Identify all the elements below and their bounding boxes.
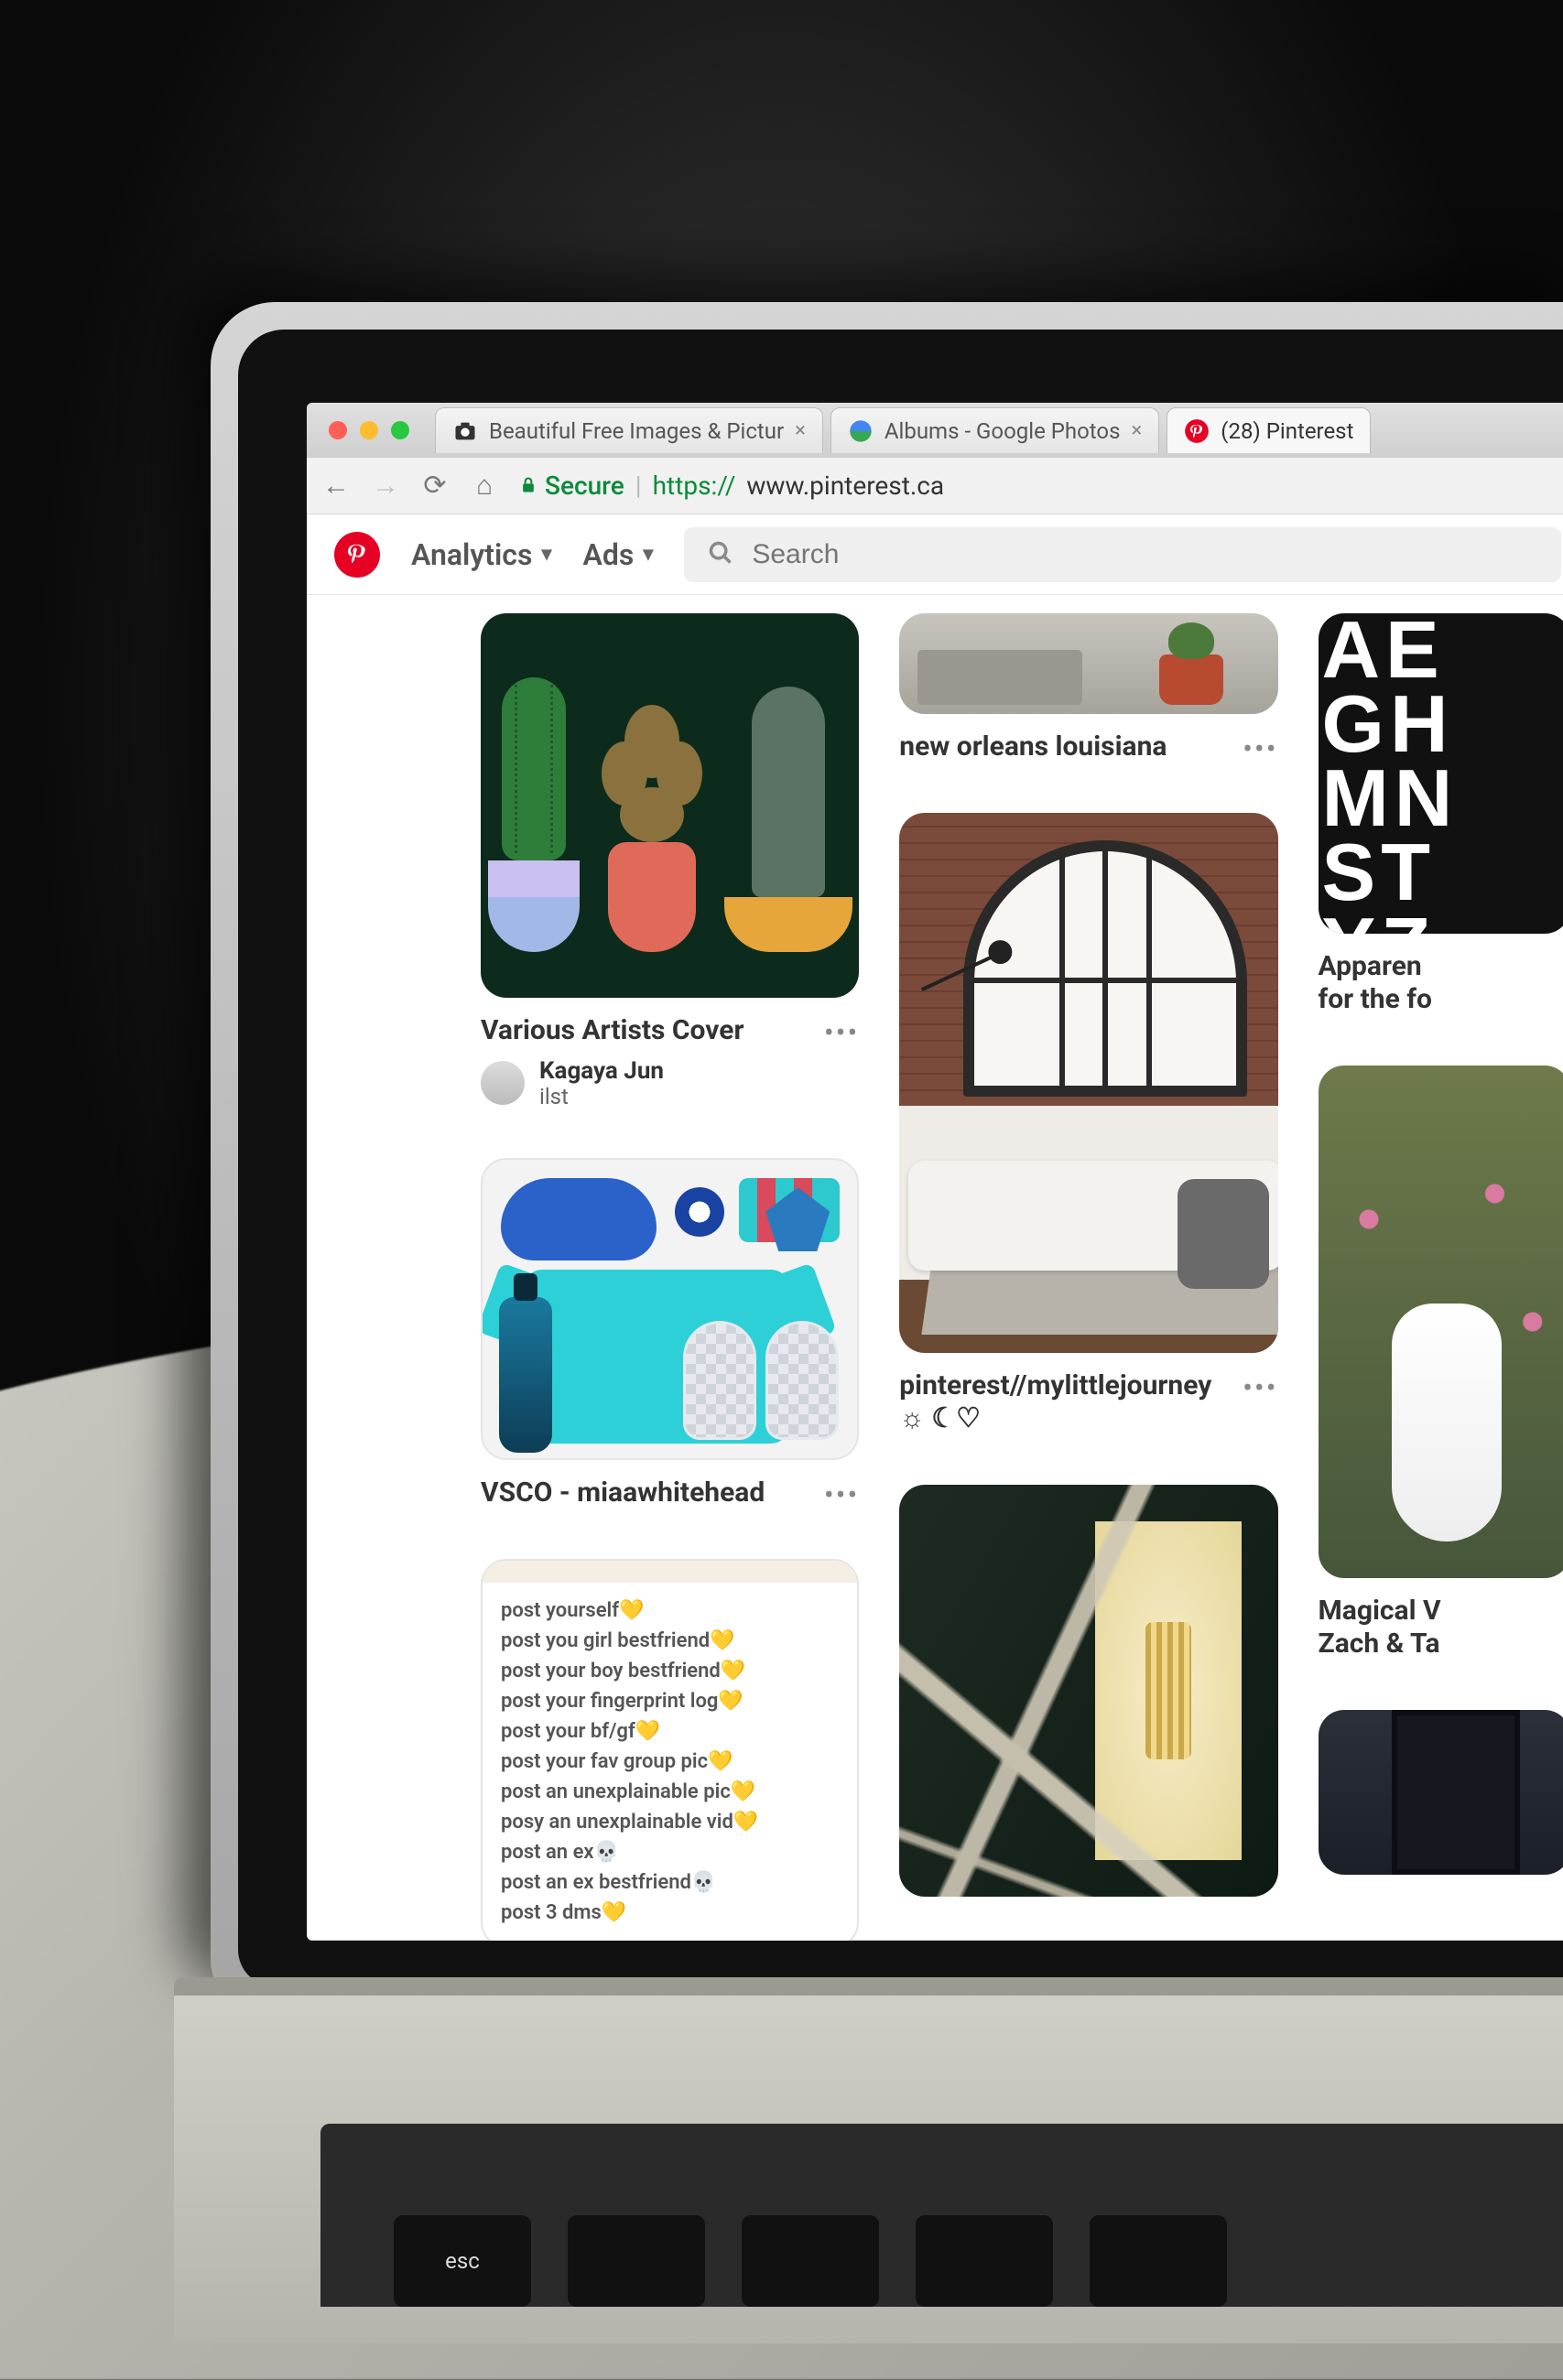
pin-card-notes[interactable]: post yourself💛post you girl bestfriend💛p… [481,1559,859,1941]
pin-title: Magical V Zach & Ta [1319,1595,1441,1661]
url-display[interactable]: Secure | https://www.pinterest.ca [519,471,944,501]
note-line: post an ex💀 [501,1837,839,1867]
pin-title: Various Artists Cover [481,1014,744,1047]
browser-tab-unsplash[interactable]: Beautiful Free Images & Pictur × [435,407,823,453]
browser-tab-google-photos[interactable]: Albums - Google Photos × [830,407,1159,453]
laptop-screen: Beautiful Free Images & Pictur × Albums … [307,403,1563,1941]
search-input[interactable] [752,539,1537,570]
nav-ads[interactable]: Ads ▾ [582,537,653,572]
browser-tab-bar: Beautiful Free Images & Pictur × Albums … [307,403,1563,458]
pin-feed: Various Artists Cover ••• Kagaya Jun ils… [307,595,1563,1941]
url-protocol: https:// [653,471,736,501]
pin-title: Apparen for the fo [1319,950,1432,1016]
pin-card-alpha[interactable]: AE GH MN ST YZ 56 Apparen for the fo [1319,613,1563,1016]
google-photos-icon [848,418,874,444]
pinterest-header: Analytics ▾ Ads ▾ [307,514,1563,595]
pin-image [899,1485,1277,1897]
browser-tab-pinterest[interactable]: (28) Pinterest [1167,407,1371,453]
note-line: post your boy bestfriend💛 [501,1656,839,1686]
note-line: post your bf/gf💛 [501,1716,839,1747]
more-icon[interactable]: ••• [1243,730,1277,756]
pin-image [481,1158,859,1460]
pin-card-vsco[interactable]: VSCO - miaawhitehead ••• [481,1158,859,1509]
key-f3 [916,2215,1053,2307]
laptop-keyboard: esc [320,2124,1563,2307]
tab-label: Albums - Google Photos [885,418,1121,444]
nav-label: Ads [582,537,634,572]
pin-title: VSCO - miaawhitehead [481,1477,765,1509]
note-line: post your fav group pic💛 [501,1747,839,1777]
pin-image [899,813,1277,1353]
note-line: posy an unexplainable vid💛 [501,1807,839,1837]
pin-card-door[interactable] [1319,1710,1563,1875]
key-f2 [742,2215,879,2307]
pin-image: AE GH MN ST YZ 56 [1319,613,1563,934]
pin-card-loft[interactable]: pinterest//mylittlejourney ☼ ☾♡ ••• [899,813,1277,1435]
more-icon[interactable]: ••• [1243,1369,1277,1395]
home-button[interactable]: ⌂ [470,470,499,502]
avatar [481,1061,525,1105]
close-icon[interactable]: × [795,419,806,442]
key-esc: esc [394,2215,531,2307]
pinterest-icon [1184,418,1210,444]
feed-column: AE GH MN ST YZ 56 Apparen for the fo Mag… [1319,613,1563,1875]
author-name: Kagaya Jun [539,1058,664,1085]
feed-column: Various Artists Cover ••• Kagaya Jun ils… [481,613,859,1941]
zoom-window-button[interactable] [391,421,409,439]
feed-column: new orleans louisiana ••• pinterest//myl… [899,613,1277,1897]
pin-card-cactus[interactable]: Various Artists Cover ••• Kagaya Jun ils… [481,613,859,1109]
pin-image [1319,1066,1563,1578]
reload-button[interactable]: ⟳ [420,470,450,502]
note-line: post an unexplainable pic💛 [501,1777,839,1807]
note-line: post yourself💛 [501,1596,839,1626]
window-controls [329,421,409,439]
search-bar[interactable] [684,527,1561,582]
pin-title: pinterest//mylittlejourney ☼ ☾♡ [899,1369,1232,1435]
pin-image [481,613,859,998]
back-button[interactable]: ← [321,470,351,502]
pin-card-nola[interactable]: new orleans louisiana ••• [899,613,1277,763]
pin-card-marble[interactable] [899,1485,1277,1897]
close-icon[interactable]: × [1131,419,1142,442]
search-icon [708,540,733,569]
key-f1 [568,2215,705,2307]
pin-image: post yourself💛post you girl bestfriend💛p… [481,1559,859,1941]
browser-address-bar: ← → ⟳ ⌂ Secure | https://www.pinterest.c… [307,458,1563,514]
more-icon[interactable]: ••• [824,1477,859,1502]
pin-image [1319,1710,1563,1875]
pin-title: new orleans louisiana [899,730,1167,763]
note-line: post you girl bestfriend💛 [501,1626,839,1656]
tab-label: Beautiful Free Images & Pictur [489,418,784,444]
close-window-button[interactable] [329,421,347,439]
minimize-window-button[interactable] [360,421,378,439]
chevron-down-icon: ▾ [643,543,653,566]
pin-card-garden[interactable]: Magical V Zach & Ta [1319,1066,1563,1661]
note-line: post your fingerprint log💛 [501,1686,839,1716]
key-f4 [1090,2215,1227,2307]
camera-icon [452,418,478,444]
lock-icon [519,471,537,501]
nav-label: Analytics [411,537,532,572]
forward-button[interactable]: → [371,470,400,502]
chevron-down-icon: ▾ [541,543,551,566]
security-label: Secure [545,471,624,501]
pinterest-logo[interactable] [334,532,380,578]
tab-label: (28) Pinterest [1221,418,1353,444]
alpha-text: AE GH MN ST YZ 56 [1322,613,1563,934]
note-line: post 3 dms💛 [501,1898,839,1928]
more-icon[interactable]: ••• [824,1014,859,1040]
nav-analytics[interactable]: Analytics ▾ [411,537,551,572]
author-sub: ilst [539,1085,664,1109]
url-host: www.pinterest.ca [746,471,944,501]
pin-image [899,613,1277,714]
note-line: post an ex bestfriend💀 [501,1867,839,1898]
pin-author[interactable]: Kagaya Jun ilst [481,1058,859,1109]
